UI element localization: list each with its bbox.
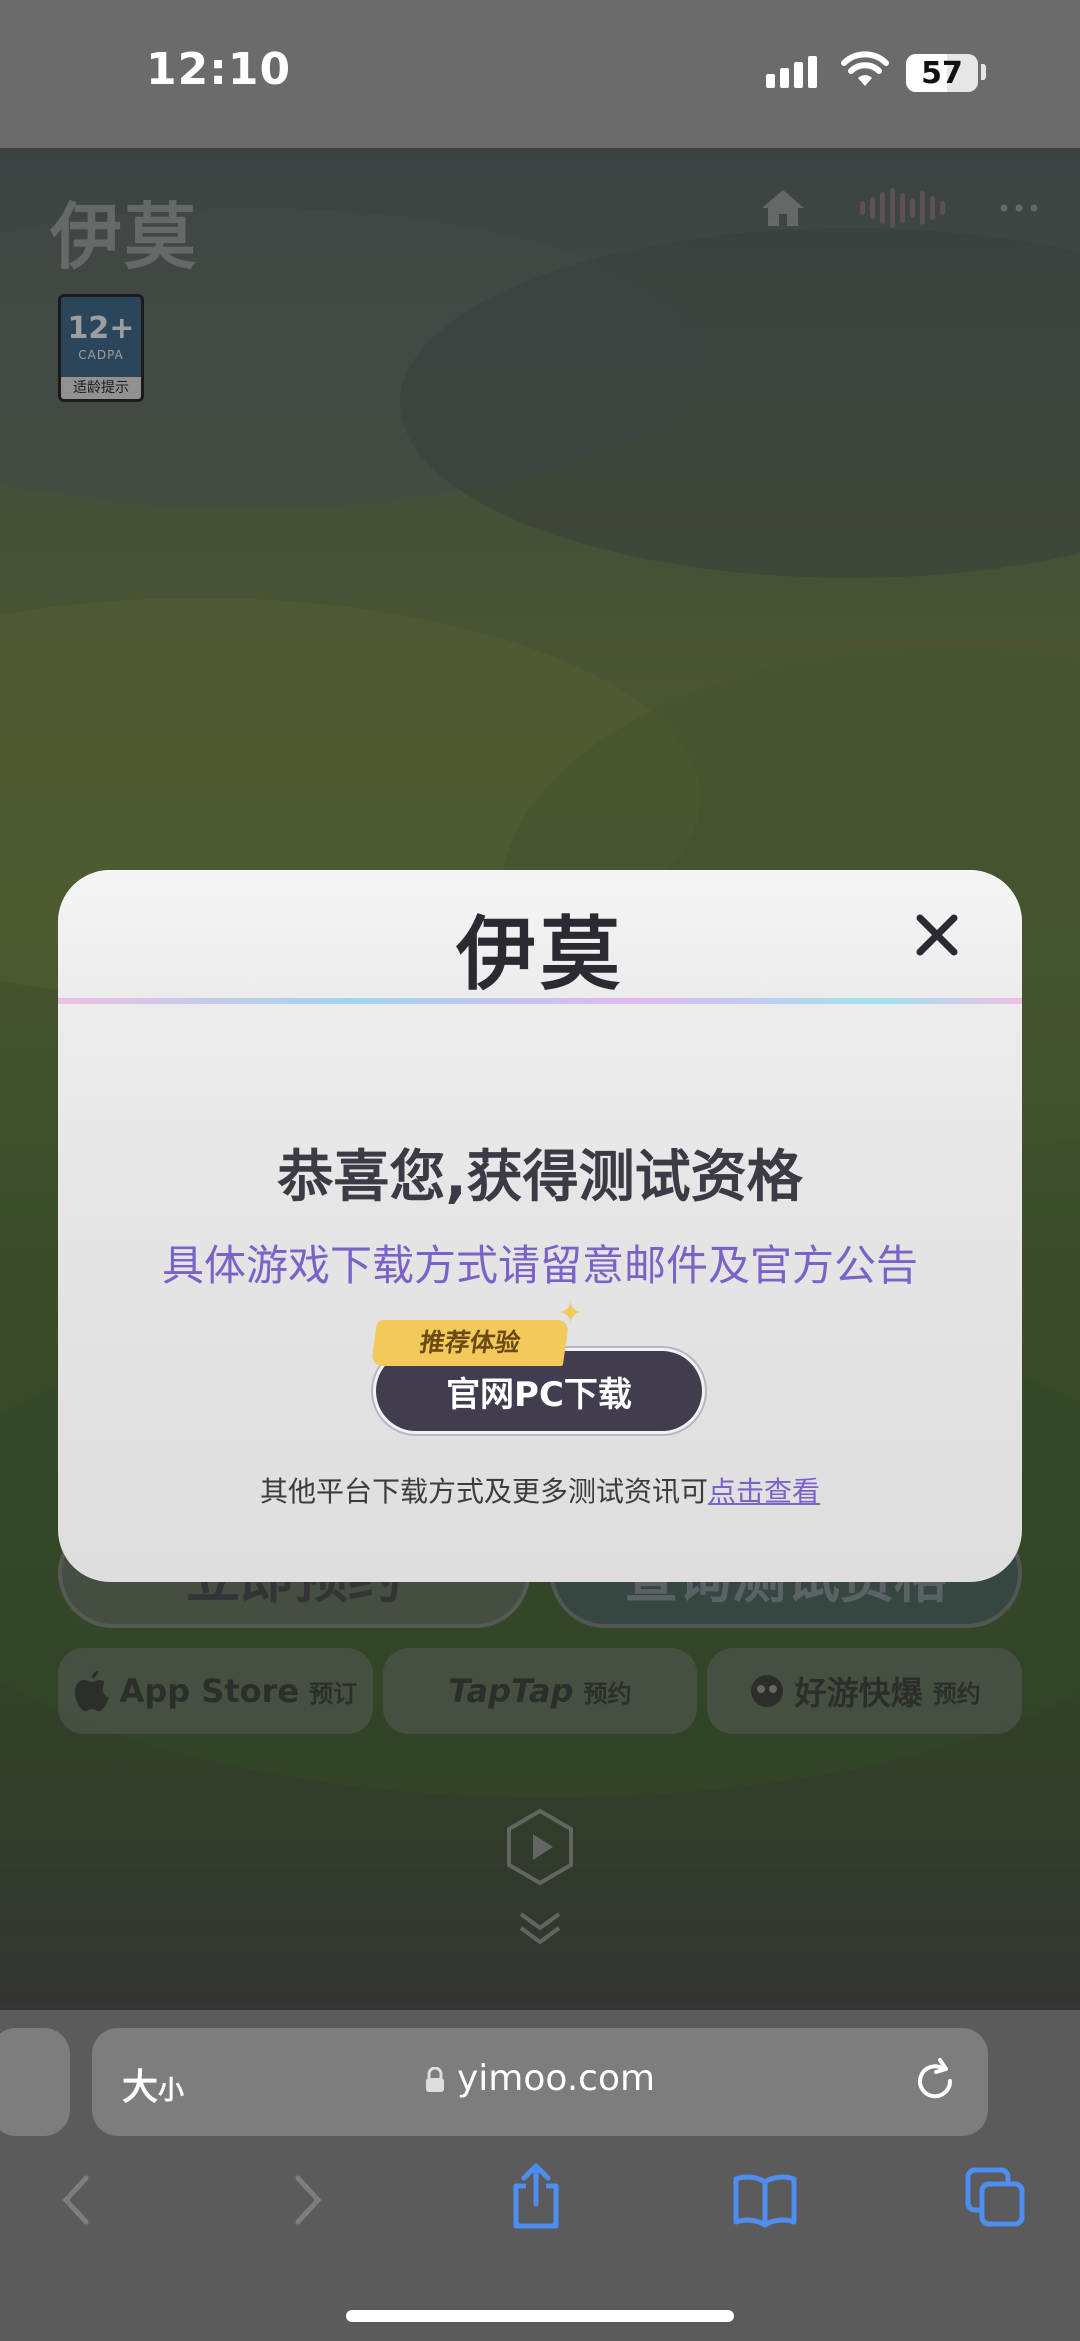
battery-icon: 57 [906, 54, 978, 92]
address-bar[interactable]: 大小 yimoo.com [92, 2028, 988, 2136]
home-indicator[interactable] [346, 2310, 734, 2322]
dialog-title: 恭喜您,获得测试资格 [277, 1145, 803, 1210]
wifi-icon [841, 51, 889, 86]
dialog-footer: 其他平台下载方式及更多测试资讯可点击查看 [58, 1470, 1022, 1510]
game-site-page: 伊莫 12+ CADPA 适龄提示 立即预约 查询测试资格 App Store … [0, 148, 1080, 2010]
url-text: yimoo.com [456, 2058, 656, 2099]
url-display[interactable]: yimoo.com [92, 2058, 988, 2099]
share-icon[interactable] [508, 2162, 564, 2232]
status-time: 12:10 [146, 44, 292, 95]
cellular-signal-icon [766, 56, 817, 88]
view-more-link[interactable]: 点击查看 [708, 1475, 820, 1508]
forward-icon[interactable] [288, 2170, 328, 2230]
test-qualification-dialog: 伊莫 恭喜您,获得测试资格 具体游戏下载方式请留意邮件及官方公告 推荐体验 ✦ … [58, 870, 1022, 1582]
dialog-logo: 伊莫 [456, 908, 624, 1001]
sparkle-icon: ✦ [558, 1296, 584, 1331]
close-icon[interactable] [910, 908, 964, 962]
battery-tip [981, 64, 986, 80]
dialog-subtitle: 具体游戏下载方式请留意邮件及官方公告 [161, 1241, 918, 1290]
browser-nav [0, 2163, 1080, 2250]
tabs-icon[interactable] [964, 2166, 1026, 2228]
bookmarks-icon[interactable] [732, 2170, 798, 2230]
previous-tab-preview[interactable] [0, 2028, 70, 2136]
back-icon[interactable] [56, 2170, 96, 2230]
lock-icon [425, 2067, 444, 2092]
recommend-badge: 推荐体验 [370, 1320, 570, 1366]
browser-toolbar: 大小 yimoo.com [0, 2010, 1080, 2341]
reload-icon[interactable] [910, 2056, 960, 2106]
battery-level: 57 [921, 56, 963, 91]
status-bar: 12:10 57 [0, 0, 1080, 148]
footer-text: 其他平台下载方式及更多测试资讯可 [259, 1475, 708, 1508]
